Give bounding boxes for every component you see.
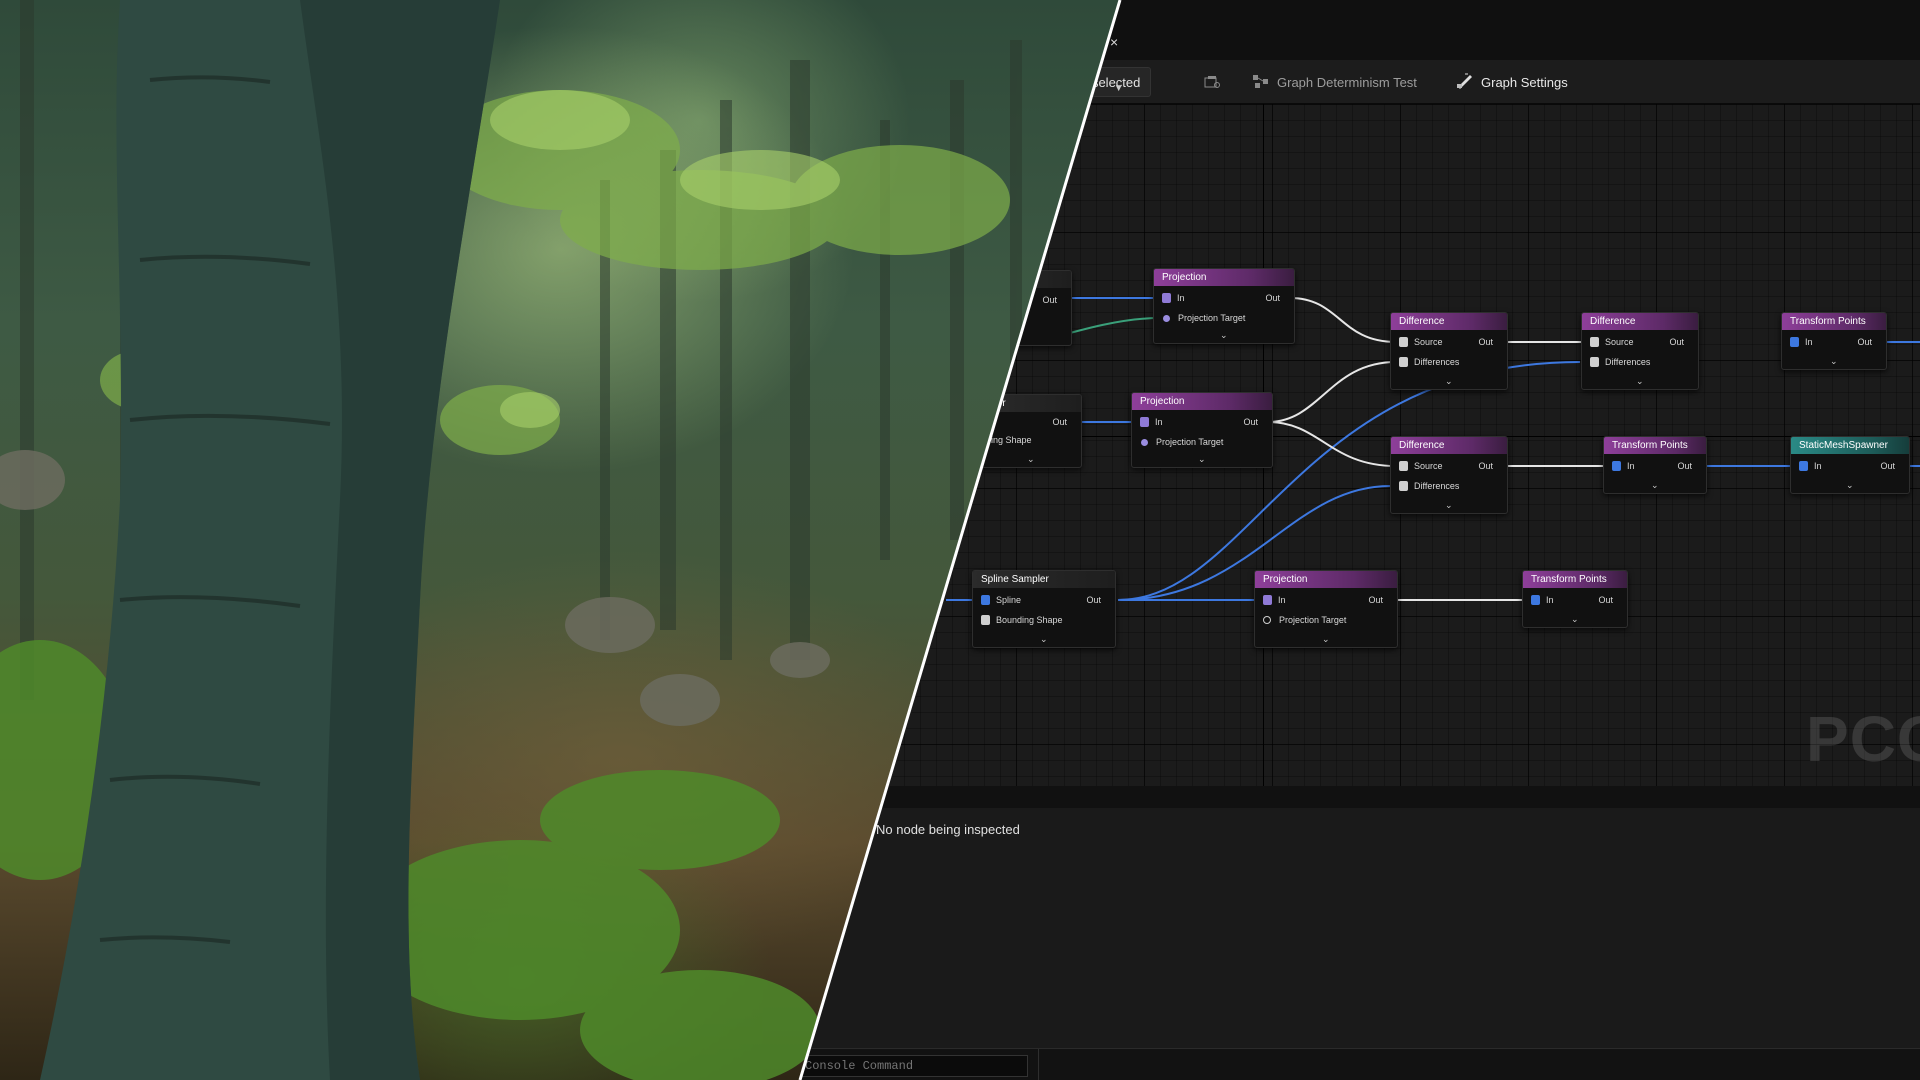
split-divider xyxy=(798,0,1122,1080)
